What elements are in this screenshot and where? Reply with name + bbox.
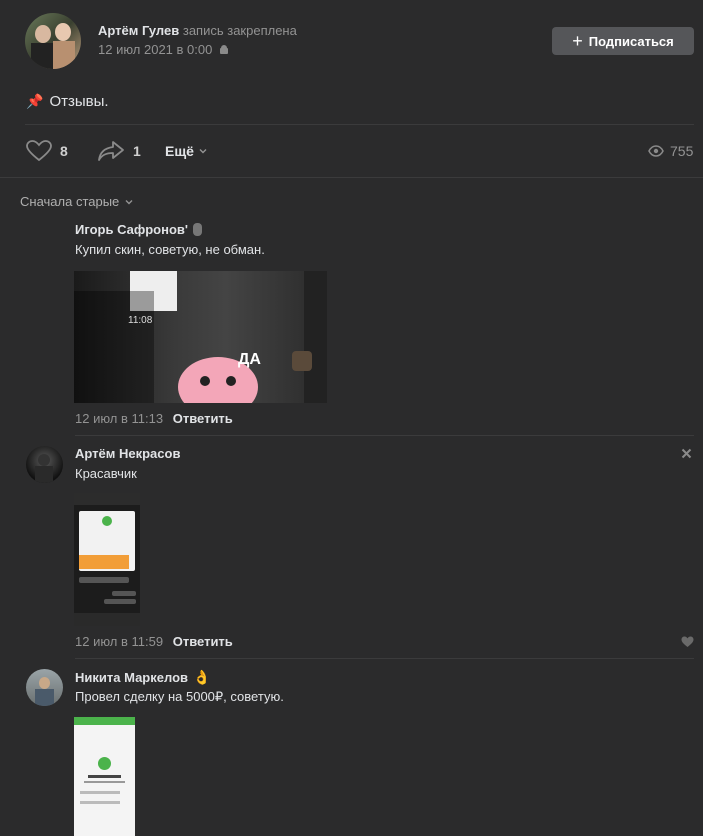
like-count: 8: [60, 143, 68, 159]
comment-image[interactable]: [74, 717, 135, 836]
more-label: Ещё: [165, 143, 194, 159]
share-button[interactable]: 1: [97, 140, 141, 162]
comment-author[interactable]: Игорь Сафронов': [75, 222, 188, 237]
comment-author-avatar[interactable]: [26, 446, 63, 483]
pin-emoji: 📌: [26, 93, 44, 109]
pinned-label: запись закреплена: [182, 23, 297, 38]
views: 755: [648, 143, 693, 159]
comment-date[interactable]: 12 июл в 11:59: [75, 634, 163, 649]
comment-image[interactable]: [74, 493, 140, 626]
reply-button[interactable]: Ответить: [173, 634, 233, 649]
chevron-down-icon: [199, 149, 207, 154]
sort-dropdown[interactable]: Сначала старые: [20, 194, 134, 209]
comment-text: Купил скин, советую, не обман.: [75, 242, 265, 257]
subscribe-button[interactable]: + Подписаться: [552, 27, 694, 55]
comment-date[interactable]: 12 июл в 11:13: [75, 411, 163, 426]
plus-icon: +: [572, 31, 583, 51]
post-date[interactable]: 12 июл 2021 в 0:00: [98, 42, 212, 57]
sort-label: Сначала старые: [20, 194, 120, 209]
microphone-emoji-icon: [192, 223, 202, 236]
heart-icon: [26, 140, 52, 162]
eye-icon: [648, 145, 664, 157]
close-icon[interactable]: [681, 448, 692, 459]
comment-author[interactable]: Никита Маркелов: [75, 670, 188, 685]
ok-hand-emoji: 👌: [193, 669, 211, 685]
reply-button[interactable]: Ответить: [173, 411, 233, 426]
image-time: 11:08: [128, 315, 153, 326]
post-text: Отзывы.: [49, 93, 109, 110]
views-count: 755: [670, 143, 694, 159]
post-author-name[interactable]: Артём Гулев: [98, 23, 179, 38]
comment-author-avatar[interactable]: [26, 669, 63, 706]
subscribe-label: Подписаться: [588, 33, 674, 49]
android-icon: [220, 44, 229, 54]
share-icon: [98, 141, 124, 161]
sticker-text: ДА: [238, 351, 261, 368]
like-button[interactable]: 8: [26, 140, 68, 162]
chevron-down-icon: [125, 199, 133, 204]
more-button[interactable]: Ещё: [165, 143, 208, 159]
comment-author[interactable]: Артём Некрасов: [75, 446, 180, 461]
post-author-avatar[interactable]: [25, 13, 81, 69]
share-count: 1: [133, 143, 141, 159]
comment-image[interactable]: 11:08 ДА: [74, 271, 327, 403]
comment-text: Красавчик: [75, 466, 137, 481]
heart-icon[interactable]: [681, 636, 694, 648]
comment-text: Провел сделку на 5000₽, советую.: [75, 689, 284, 704]
